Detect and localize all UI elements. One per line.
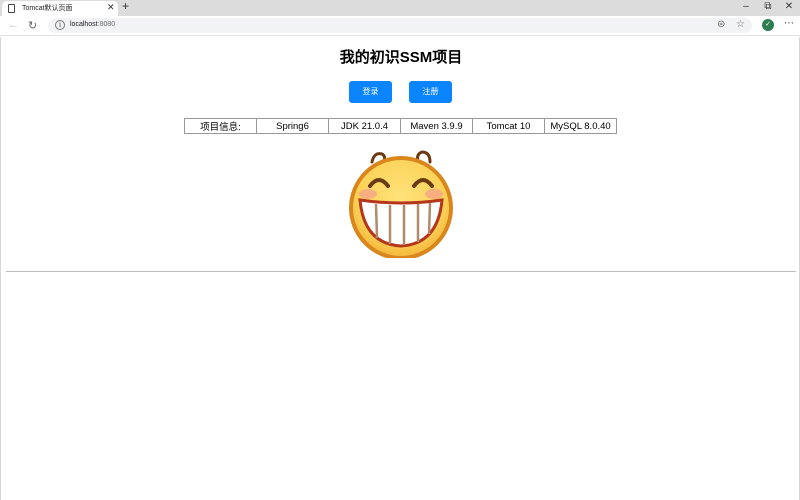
restore-icon[interactable]: ⧉ <box>758 1 778 12</box>
project-info-table: 项目信息: Spring6 JDK 21.0.4 Maven 3.9.9 Tom… <box>184 118 617 134</box>
profile-avatar[interactable]: ✓ <box>762 19 774 31</box>
window-close-icon[interactable]: ✕ <box>779 1 799 12</box>
horizontal-divider <box>6 271 796 272</box>
close-icon[interactable]: ✕ <box>107 2 115 13</box>
info-cell-spring: Spring6 <box>256 118 329 134</box>
grinning-smiley-icon <box>349 150 453 258</box>
address-bar[interactable]: i localhost:8080 ⊜ ☆ <box>48 18 752 33</box>
reload-icon[interactable]: ↻ <box>28 19 37 32</box>
url-host: localhost <box>70 21 98 28</box>
info-cell-mysql: MySQL 8.0.40 <box>544 118 617 134</box>
browser-tab[interactable]: Tomcat默认页面 ✕ <box>2 1 118 16</box>
star-icon[interactable]: ☆ <box>736 19 745 30</box>
browser-toolbar: ← ↻ i localhost:8080 ⊜ ☆ ✓ ⋯ <box>0 16 800 36</box>
back-arrow-icon[interactable]: ← <box>8 19 19 31</box>
table-row: 项目信息: Spring6 JDK 21.0.4 Maven 3.9.9 Tom… <box>184 118 617 134</box>
info-icon[interactable]: i <box>55 20 65 30</box>
plus-icon[interactable]: + <box>122 0 129 13</box>
more-menu-icon[interactable]: ⋯ <box>784 18 794 29</box>
page-icon <box>8 4 15 13</box>
info-cell-jdk: JDK 21.0.4 <box>328 118 401 134</box>
page-title: 我的初识SSM项目 <box>339 49 463 66</box>
page-content: 我的初识SSM项目 登录 注册 项目信息: Spring6 JDK 21.0.4… <box>0 37 800 500</box>
info-cell-tomcat: Tomcat 10 <box>472 118 545 134</box>
url-text[interactable]: localhost:8080 <box>70 21 115 28</box>
info-cell-maven: Maven 3.9.9 <box>400 118 473 134</box>
register-button[interactable]: 注册 <box>409 81 452 103</box>
minimize-icon[interactable]: – <box>736 1 756 12</box>
translate-icon[interactable]: ⊜ <box>717 19 725 30</box>
tab-title: Tomcat默认页面 <box>22 5 73 12</box>
info-label-cell: 项目信息: <box>184 118 257 134</box>
url-port: :8080 <box>97 21 116 28</box>
login-button[interactable]: 登录 <box>349 81 392 103</box>
tab-strip: Tomcat默认页面 ✕ + – ⧉ ✕ <box>0 0 800 16</box>
